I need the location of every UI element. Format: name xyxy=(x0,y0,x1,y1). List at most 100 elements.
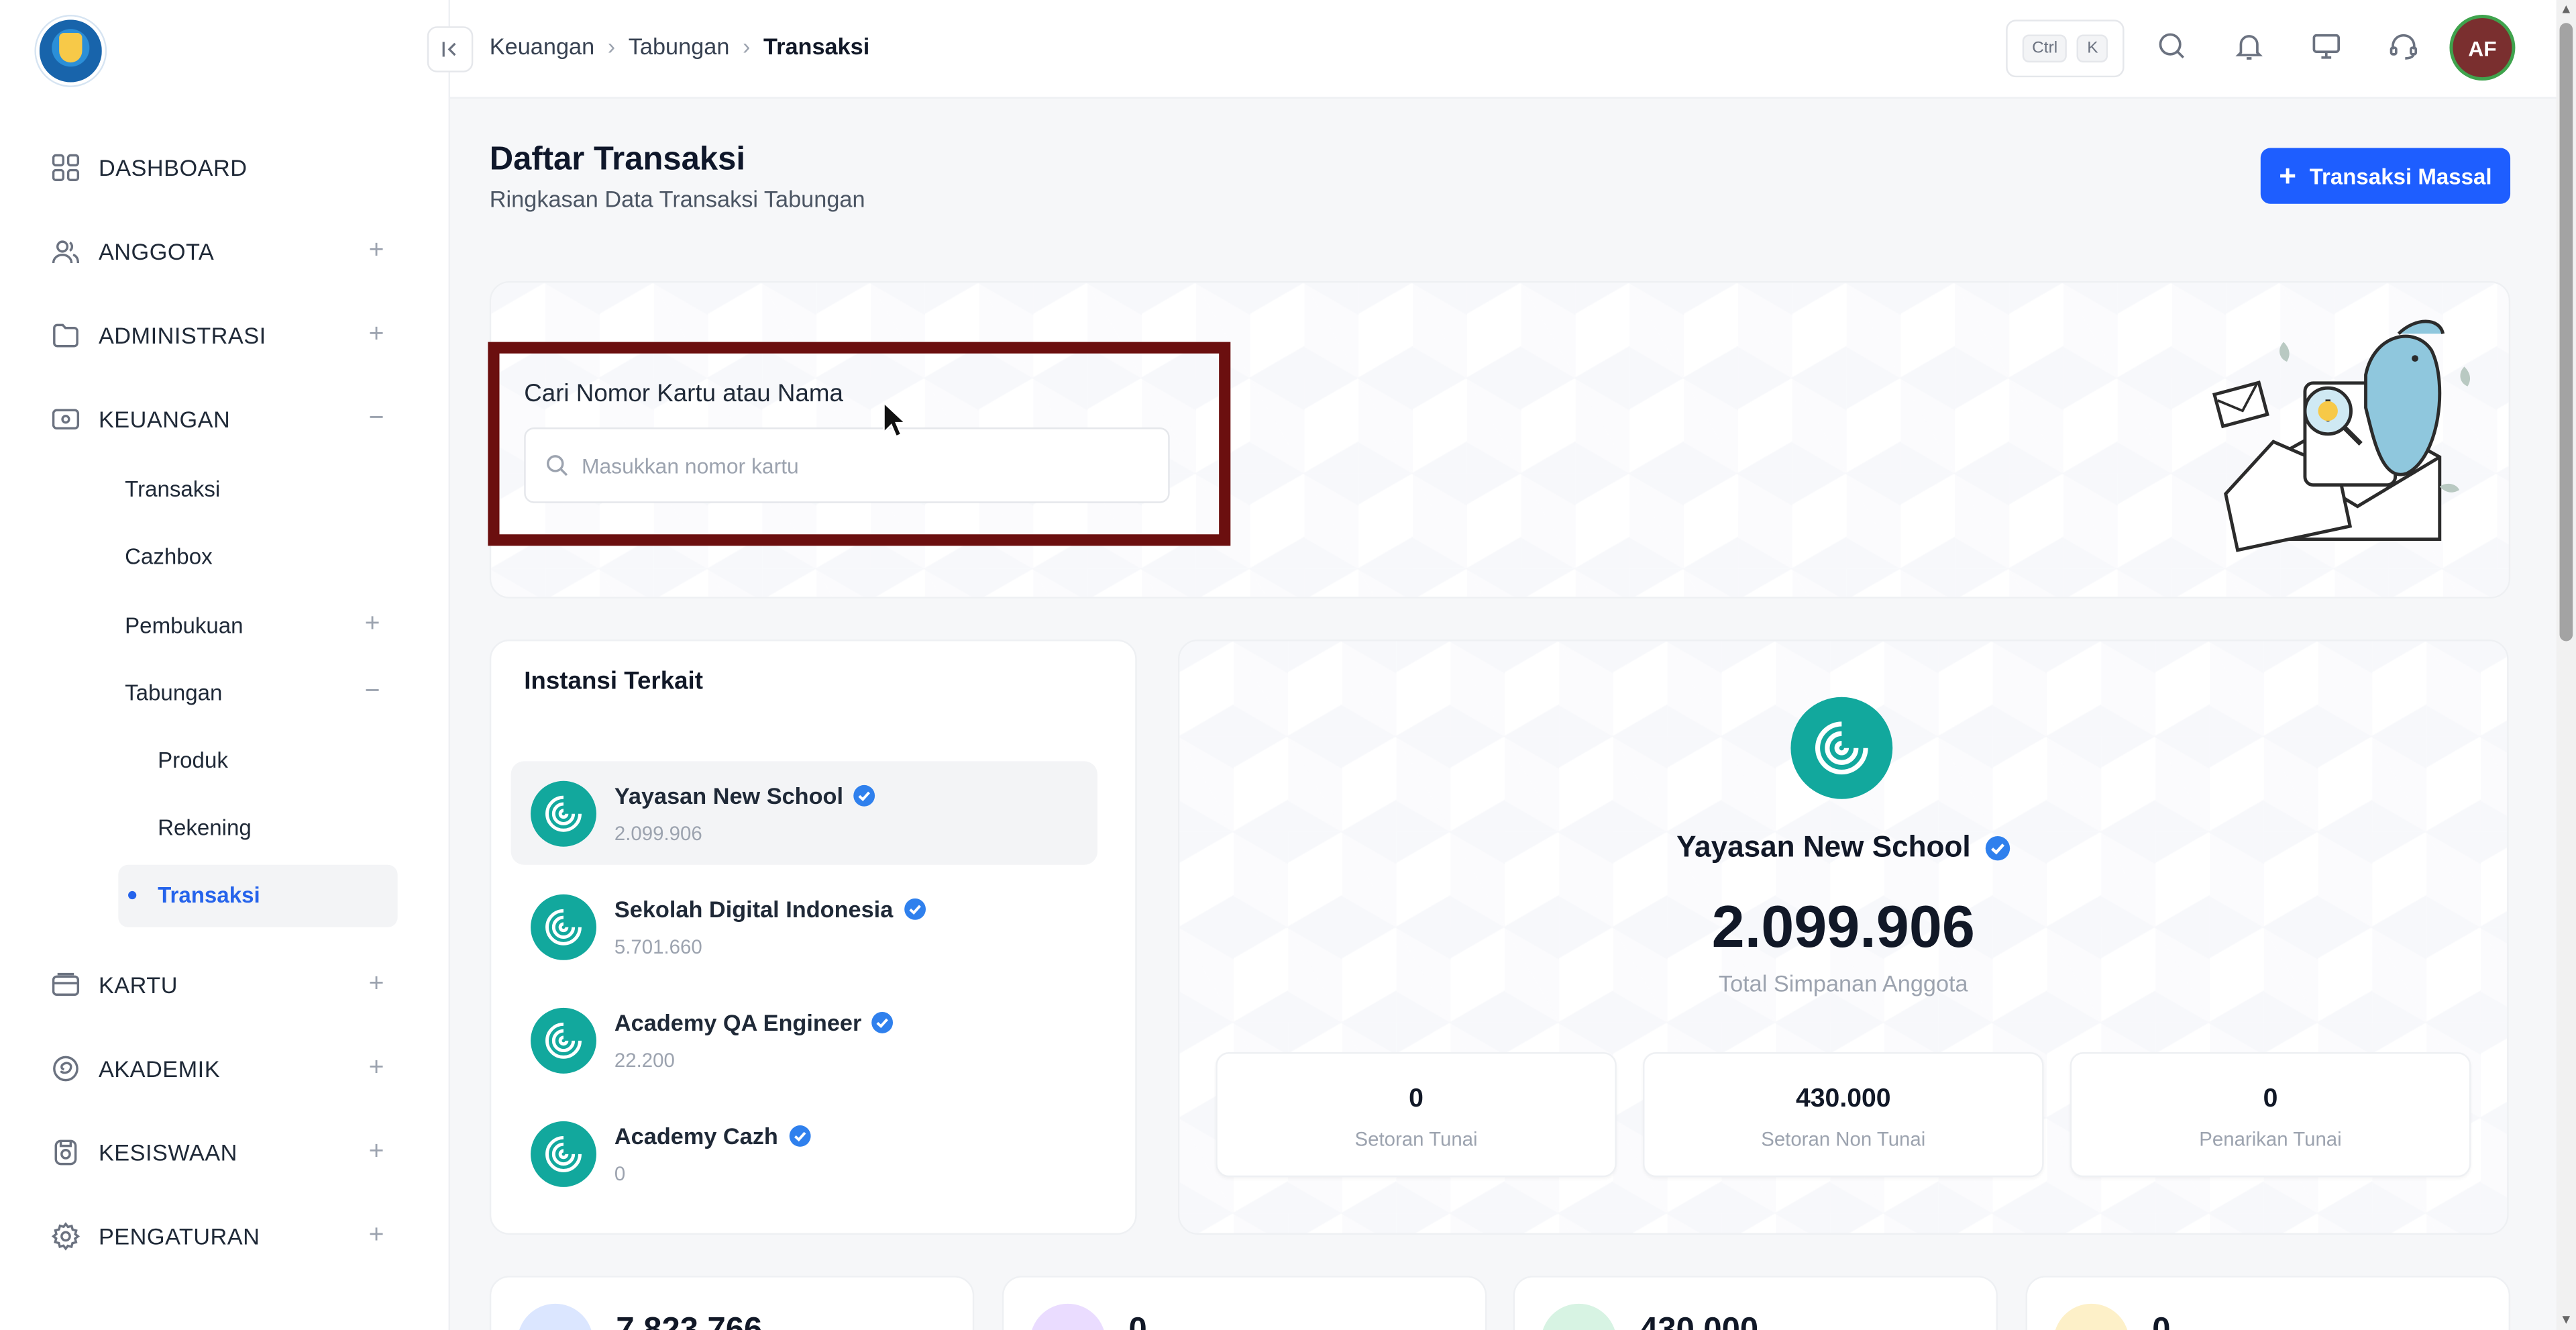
detail-institution-name: Yayasan New School xyxy=(1178,830,2509,864)
stat-value: 0 xyxy=(1409,1085,1424,1113)
sidebar-item-pengaturan[interactable]: PENGATURAN + xyxy=(49,1217,400,1256)
sidebar-item-label: ADMINISTRASI xyxy=(98,322,266,349)
app-window: DASHBOARD ANGGOTA + ADMINISTRASI + KEUAN… xyxy=(0,0,2576,1330)
vertical-scrollbar[interactable]: ▲ ▼ xyxy=(2556,0,2576,1330)
institution-logo-icon xyxy=(531,1007,596,1074)
search-placeholder: Masukkan nomor kartu xyxy=(581,452,799,478)
summary-icon xyxy=(1541,1303,1617,1330)
folder-icon xyxy=(49,319,82,352)
sidebar-subitem-rekening[interactable]: Rekening xyxy=(158,815,252,840)
stat-label: Setoran Tunai xyxy=(1354,1127,1478,1151)
summary-value: 0 xyxy=(1128,1312,1146,1330)
summary-icon xyxy=(1030,1303,1106,1330)
sidebar-item-kartu[interactable]: KARTU + xyxy=(49,965,400,1005)
institution-name: Yayasan New School xyxy=(614,782,876,809)
collapse-sidebar-button[interactable] xyxy=(427,26,474,72)
expand-icon[interactable]: + xyxy=(369,1137,384,1167)
monitor-icon[interactable] xyxy=(2310,30,2346,66)
mail-illustration-icon xyxy=(2210,309,2489,572)
active-indicator-icon xyxy=(128,890,137,900)
sidebar-subitem-pembukuan[interactable]: Pembukuan + xyxy=(125,610,380,638)
detail-name-text: Yayasan New School xyxy=(1676,830,1971,864)
institution-item[interactable]: Academy QA Engineer 22.200 xyxy=(511,988,1097,1091)
summary-icon xyxy=(517,1303,594,1330)
sidebar-item-anggota[interactable]: ANGGOTA + xyxy=(49,232,400,271)
breadcrumb-item[interactable]: Tabungan xyxy=(629,33,730,59)
institution-value: 22.200 xyxy=(614,1049,675,1072)
transaksi-massal-button[interactable]: + Transaksi Massal xyxy=(2260,148,2511,204)
sidebar-subitem-label: Transaksi xyxy=(158,882,260,908)
stat-label: Penarikan Tunai xyxy=(2199,1127,2342,1151)
plus-icon: + xyxy=(2279,159,2297,193)
sidebar-subitem-cazhbox[interactable]: Cazhbox xyxy=(125,544,213,569)
verified-badge-icon xyxy=(853,784,875,807)
breadcrumb: Keuangan › Tabungan › Transaksi xyxy=(490,33,869,59)
institution-value: 2.099.906 xyxy=(614,822,702,846)
scroll-down-icon[interactable]: ▼ xyxy=(2560,1313,2573,1327)
stat-label: Setoran Non Tunai xyxy=(1761,1127,1926,1151)
sidebar-subitem-label: Transaksi xyxy=(125,476,221,502)
expand-icon[interactable]: + xyxy=(369,970,384,1000)
search-input[interactable]: Masukkan nomor kartu xyxy=(524,427,1170,503)
sidebar-item-akademik[interactable]: AKADEMIK + xyxy=(49,1049,400,1088)
expand-icon[interactable]: + xyxy=(365,610,380,640)
sidebar-subitem-tabungan-transaksi[interactable]: Transaksi xyxy=(158,883,260,908)
search-icon[interactable] xyxy=(2155,30,2192,66)
sidebar-item-dashboard[interactable]: DASHBOARD xyxy=(49,148,400,188)
grid-icon xyxy=(49,151,82,184)
expand-icon[interactable]: + xyxy=(369,321,384,350)
breadcrumb-item[interactable]: Keuangan xyxy=(490,33,594,59)
collapse-icon[interactable]: − xyxy=(369,405,384,434)
sidebar-subitem-tabungan[interactable]: Tabungan − xyxy=(125,677,380,706)
summary-card: 7.823.766 xyxy=(489,1276,975,1330)
institution-item[interactable]: Academy Cazh 0 xyxy=(511,1102,1097,1205)
sidebar-subitem-label: Tabungan xyxy=(125,680,223,706)
bell-icon[interactable] xyxy=(2233,30,2269,66)
expand-icon[interactable]: + xyxy=(369,1054,384,1083)
institution-item[interactable]: Yayasan New School 2.099.906 xyxy=(511,761,1097,865)
page-subtitle: Ringkasan Data Transaksi Tabungan xyxy=(489,185,865,213)
avatar[interactable]: AF xyxy=(2453,17,2512,78)
sidebar-item-label: KEUANGAN xyxy=(98,406,231,433)
institution-item[interactable]: Sekolah Digital Indonesia 5.701.660 xyxy=(511,874,1097,978)
total-savings-amount: 2.099.906 xyxy=(1711,892,1975,960)
command-palette-shortcut[interactable]: Ctrl K xyxy=(2006,19,2125,78)
expand-icon[interactable]: + xyxy=(369,1221,384,1251)
verified-badge-icon xyxy=(904,898,926,920)
summary-value: 430.000 xyxy=(1640,1312,1758,1330)
academic-icon xyxy=(49,1052,82,1085)
app-logo[interactable] xyxy=(36,16,105,86)
summary-card: 430.000 xyxy=(1513,1276,1998,1330)
sidebar-subitem-label: Rekening xyxy=(158,815,252,840)
verified-badge-icon xyxy=(788,1125,810,1147)
stat-setoran-tunai: 0 Setoran Tunai xyxy=(1216,1052,1617,1178)
kbd-k: K xyxy=(2077,34,2108,63)
sidebar-subitem-produk[interactable]: Produk xyxy=(158,748,228,773)
institution-logo-icon xyxy=(531,894,596,960)
sidebar-item-administrasi[interactable]: ADMINISTRASI + xyxy=(49,315,400,355)
search-icon xyxy=(547,455,568,476)
sidebar-item-label: AKADEMIK xyxy=(98,1055,221,1082)
sidebar-item-kesiswaan[interactable]: KESISWAAN + xyxy=(49,1133,400,1172)
stat-value: 430.000 xyxy=(1795,1085,1891,1113)
scroll-up-icon[interactable]: ▲ xyxy=(2560,3,2573,17)
chevron-right-icon: › xyxy=(607,33,616,60)
institution-name: Sekolah Digital Indonesia xyxy=(614,896,926,922)
institution-logo-icon xyxy=(531,1121,596,1187)
institution-logo-icon xyxy=(1790,697,1893,799)
summary-value: 7.823.766 xyxy=(616,1312,762,1330)
institution-name: Academy Cazh xyxy=(614,1123,811,1149)
scrollbar-thumb[interactable] xyxy=(2559,23,2573,642)
sidebar-item-label: DASHBOARD xyxy=(98,154,248,181)
institution-value: 0 xyxy=(614,1162,626,1186)
kbd-ctrl: Ctrl xyxy=(2022,34,2068,63)
sidebar-item-keuangan[interactable]: KEUANGAN − xyxy=(49,399,400,439)
institution-name-text: Academy QA Engineer xyxy=(614,1009,862,1036)
headset-icon[interactable] xyxy=(2387,30,2423,66)
institution-name-text: Yayasan New School xyxy=(614,782,844,809)
collapse-icon[interactable]: − xyxy=(365,677,380,707)
expand-icon[interactable]: + xyxy=(369,237,384,266)
sidebar-subitem-label: Produk xyxy=(158,748,228,773)
sidebar-subitem-transaksi[interactable]: Transaksi xyxy=(125,477,220,502)
stat-setoran-non-tunai: 430.000 Setoran Non Tunai xyxy=(1643,1052,2044,1178)
